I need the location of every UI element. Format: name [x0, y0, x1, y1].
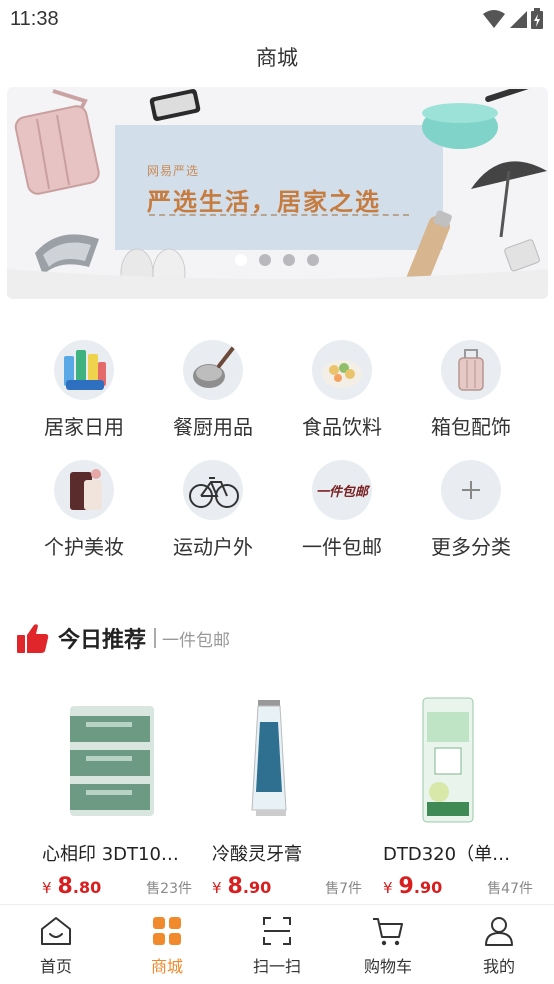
category-free-shipping[interactable]: 一件包邮 一件包邮	[277, 460, 407, 560]
thumbs-up-icon	[17, 624, 49, 653]
plus-icon	[441, 460, 501, 520]
product-price-row: ¥ 8 .80 售23件	[42, 874, 202, 899]
category-label: 食品饮料	[302, 415, 382, 439]
category-label: 运动户外	[173, 535, 253, 559]
category-label: 一件包邮	[302, 535, 382, 559]
currency-symbol: ¥	[212, 879, 222, 897]
recommend-subtitle: 一件包邮	[162, 630, 231, 651]
luggage-icon	[441, 340, 501, 400]
product-name: DTD320（单…	[383, 844, 511, 865]
tab-label: 购物车	[363, 957, 412, 976]
recommend-title: 今日推荐	[58, 628, 147, 653]
free-shipping-icon-text: 一件包邮	[315, 484, 368, 500]
category-kitchen[interactable]: 餐厨用品	[148, 340, 278, 440]
household-icon	[54, 340, 114, 400]
umbrella-image	[471, 161, 547, 238]
tab-scan[interactable]: 扫一扫	[232, 915, 322, 977]
food-bowl-icon	[312, 340, 372, 400]
tab-label: 首页	[39, 957, 72, 976]
product-card[interactable]: 冷酸灵牙膏 ¥ 8 .90 售7件	[212, 692, 372, 899]
category-household[interactable]: 居家日用	[19, 340, 149, 440]
price-integer: 8	[227, 874, 243, 899]
recommend-divider	[154, 628, 157, 648]
product-name: 心相印 3DT10…	[42, 844, 179, 865]
banner-divider	[149, 214, 409, 216]
price-decimal: .90	[242, 878, 272, 897]
home-icon	[11, 915, 101, 947]
category-label: 个护美妆	[44, 535, 124, 559]
tab-home[interactable]: 首页	[11, 915, 101, 977]
product-price-row: ¥ 8 .90 售7件	[212, 874, 372, 899]
price-decimal: .80	[72, 878, 102, 897]
suitcase-image	[14, 89, 100, 195]
currency-symbol: ¥	[383, 879, 393, 897]
recommend-header: 今日推荐 一件包邮	[16, 620, 230, 656]
banner-dot[interactable]	[259, 254, 271, 266]
user-icon	[454, 915, 544, 947]
kitchen-pan-icon	[183, 340, 243, 400]
product-image	[212, 692, 372, 832]
category-label: 箱包配饰	[431, 415, 511, 439]
category-sports[interactable]: 运动户外	[148, 460, 278, 560]
product-name: 冷酸灵牙膏	[212, 844, 302, 865]
category-cosmetics[interactable]: 个护美妆	[19, 460, 149, 560]
category-label: 餐厨用品	[173, 415, 253, 439]
category-label: 更多分类	[431, 535, 511, 559]
status-time: 11:38	[10, 8, 59, 30]
price-integer: 9	[398, 874, 414, 899]
bicycle-icon	[183, 460, 243, 520]
tab-label: 扫一扫	[252, 957, 301, 976]
battery-icon	[531, 8, 543, 29]
page-title-bar: 商城	[0, 38, 554, 82]
wifi-icon	[483, 10, 505, 28]
sold-count: 售23件	[146, 881, 192, 897]
banner-brand: 网易严选	[147, 164, 200, 178]
status-bar: 11:38	[0, 0, 554, 38]
category-more[interactable]: 更多分类	[406, 460, 536, 560]
tab-label: 我的	[482, 957, 515, 976]
grid-icon	[122, 915, 212, 947]
banner-pagination	[235, 254, 319, 266]
price-decimal: .90	[413, 878, 443, 897]
banner-slogan: 严选生活，居家之选	[147, 188, 381, 216]
banner-carousel[interactable]: 网易严选 严选生活，居家之选	[7, 87, 548, 299]
banner-dot[interactable]	[307, 254, 319, 266]
banner-dot[interactable]	[235, 254, 247, 266]
status-icons	[482, 8, 544, 30]
phone-image	[149, 89, 201, 121]
product-price-row: ¥ 9 .90 售47件	[383, 874, 543, 899]
cart-icon	[343, 915, 433, 947]
signal-icon	[510, 11, 527, 28]
cosmetics-icon	[54, 460, 114, 520]
free-shipping-icon: 一件包邮	[312, 460, 372, 520]
sold-count: 售47件	[487, 881, 533, 897]
product-image	[383, 692, 543, 832]
currency-symbol: ¥	[42, 879, 52, 897]
price-integer: 8	[57, 874, 73, 899]
tab-mall[interactable]: 商城	[122, 915, 212, 977]
banner-dot[interactable]	[283, 254, 295, 266]
scan-icon	[232, 915, 322, 947]
tab-label: 商城	[150, 957, 183, 976]
product-image	[42, 692, 202, 832]
page-title: 商城	[256, 46, 298, 70]
product-card[interactable]: DTD320（单… ¥ 9 .90 售47件	[383, 692, 543, 899]
product-card[interactable]: 心相印 3DT10… ¥ 8 .80 售23件	[42, 692, 202, 899]
bottom-tab-bar: 首页 商城 扫一扫 购物车 我的	[0, 904, 554, 984]
tab-cart[interactable]: 购物车	[343, 915, 433, 977]
category-luggage[interactable]: 箱包配饰	[406, 340, 536, 440]
category-food[interactable]: 食品饮料	[277, 340, 407, 440]
sold-count: 售7件	[325, 881, 362, 897]
tab-profile[interactable]: 我的	[454, 915, 544, 977]
category-label: 居家日用	[44, 415, 124, 439]
